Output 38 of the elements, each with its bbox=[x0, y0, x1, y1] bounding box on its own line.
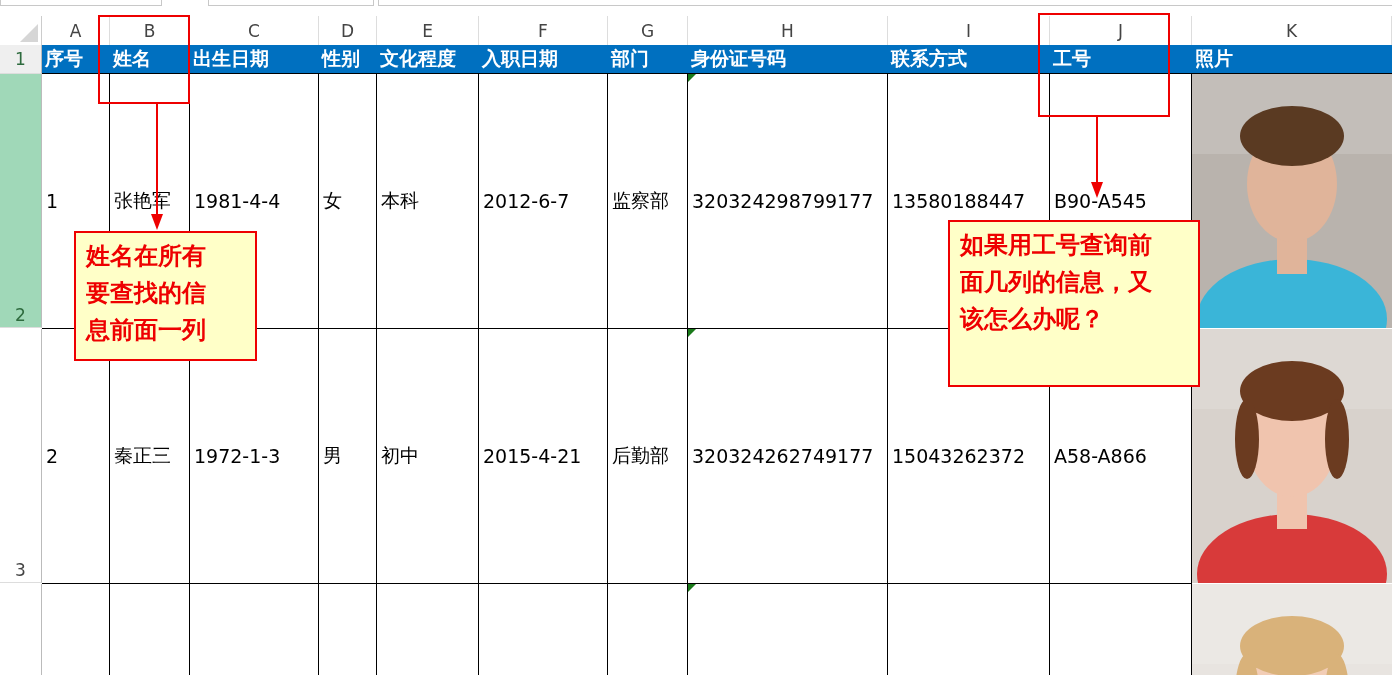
header-cell: 工号 bbox=[1050, 45, 1192, 74]
table-cell-text: 监察部 bbox=[612, 188, 669, 213]
error-indicator-icon bbox=[688, 584, 696, 592]
error-indicator-icon bbox=[688, 329, 696, 337]
table-cell: 1972-1-3 bbox=[194, 445, 281, 467]
header-cell: 序号 bbox=[42, 45, 110, 74]
header-cell: 身份证号码 bbox=[688, 45, 888, 74]
table-cell-text: 本科 bbox=[381, 188, 419, 213]
table-cell-text: 后勤部 bbox=[612, 443, 669, 468]
row-header[interactable]: 2 bbox=[0, 74, 42, 328]
callout-note: 姓名在所有要查找的信息前面一列 bbox=[74, 231, 257, 361]
table-cell: B90-A545 bbox=[1054, 190, 1147, 212]
table-cell: 2015-4-21 bbox=[483, 445, 582, 467]
header-cell: 性别 bbox=[319, 45, 377, 74]
table-cell: A58-A866 bbox=[1054, 445, 1147, 467]
table-cell: 13580188447 bbox=[892, 190, 1025, 212]
table-cell: 15043262372 bbox=[892, 445, 1025, 467]
table-cell: 2012-6-7 bbox=[483, 190, 570, 212]
header-cell: 入职日期 bbox=[479, 45, 608, 74]
row-header[interactable]: 1 bbox=[0, 45, 42, 74]
table-cell: 1 bbox=[46, 190, 59, 212]
header-cell: 联系方式 bbox=[888, 45, 1050, 74]
header-cell: 出生日期 bbox=[190, 45, 319, 74]
header-cell: 照片 bbox=[1192, 45, 1392, 74]
table-cell: 320324262749177 bbox=[692, 445, 874, 467]
row-header[interactable]: 3 bbox=[0, 329, 42, 583]
header-cell: 姓名 bbox=[110, 45, 190, 74]
select-all-icon[interactable] bbox=[20, 24, 38, 42]
header-cell: 文化程度 bbox=[377, 45, 479, 74]
callout-note: 如果用工号查询前面几列的信息，又该怎么办呢？ bbox=[948, 220, 1200, 387]
table-cell: 320324298799177 bbox=[692, 190, 874, 212]
table-cell-text: 秦正三 bbox=[114, 443, 171, 468]
header-cell: 部门 bbox=[608, 45, 688, 74]
table-cell: 2 bbox=[46, 445, 59, 467]
table-cell-text: 初中 bbox=[381, 443, 419, 468]
table-cell-text: 女 bbox=[323, 188, 342, 213]
table-cell-text: 男 bbox=[323, 443, 342, 468]
table-cell: 1981-4-4 bbox=[194, 190, 281, 212]
